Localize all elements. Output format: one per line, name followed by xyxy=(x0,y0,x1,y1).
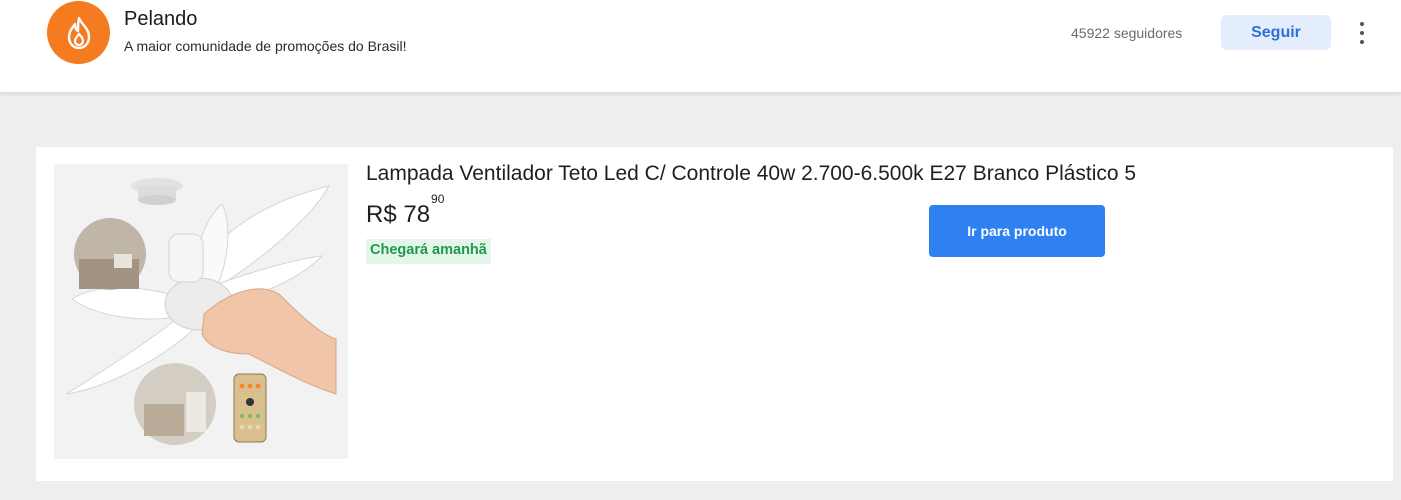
product-card: Lampada Ventilador Teto Led C/ Controle … xyxy=(36,147,1393,481)
more-vertical-icon[interactable] xyxy=(1351,20,1373,46)
community-name[interactable]: Pelando xyxy=(124,8,197,31)
price-main: R$ 78 xyxy=(366,201,431,228)
shipping-badge: Chegará amanhã xyxy=(366,239,491,264)
product-image[interactable] xyxy=(54,164,348,459)
community-header: Pelando A maior comunidade de promoções … xyxy=(0,0,1401,92)
community-tagline: A maior comunidade de promoções do Brasi… xyxy=(124,38,407,54)
follower-count: 45922 seguidores xyxy=(1071,25,1183,41)
go-to-product-button[interactable]: Ir para produto xyxy=(929,205,1105,257)
product-title[interactable]: Lampada Ventilador Teto Led C/ Controle … xyxy=(366,162,1136,186)
follow-button[interactable]: Seguir xyxy=(1221,15,1331,50)
price-cents: 90 xyxy=(431,192,445,206)
product-price: R$ 7890 xyxy=(366,192,444,229)
flame-logo-icon[interactable] xyxy=(47,1,110,64)
